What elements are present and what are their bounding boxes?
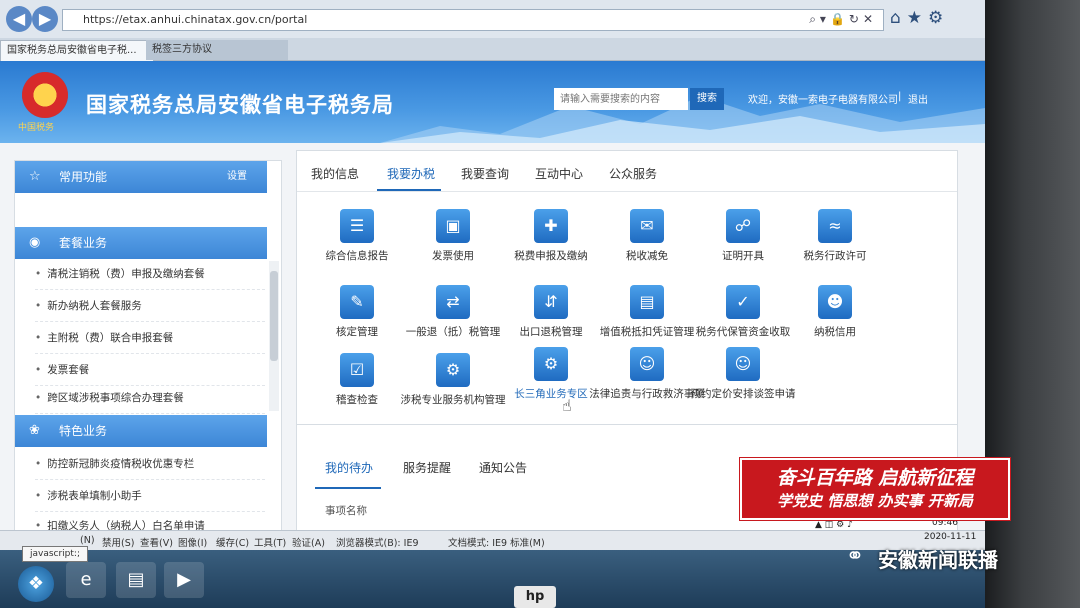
clock-date: 2020-11-11 bbox=[924, 532, 977, 542]
relief-icon: ✉ bbox=[630, 209, 664, 243]
tab-public-service[interactable]: 公众服务 bbox=[609, 165, 657, 182]
column-header-item-name: 事项名称 bbox=[325, 505, 367, 517]
scrollbar-thumb[interactable] bbox=[270, 271, 278, 361]
logout-link[interactable]: 退出 bbox=[908, 91, 928, 106]
menu-item[interactable]: (N) bbox=[80, 535, 95, 546]
report-icon: ☰ bbox=[340, 209, 374, 243]
slogan-badge: 奋斗百年路 启航新征程 学党史 悟思想 办实事 开新局 bbox=[740, 458, 1010, 520]
sidebar-item[interactable]: 主附税（费）联合申报套餐 bbox=[35, 323, 265, 354]
welcome-text: 欢迎，安徽一索电子电器有限公司 bbox=[748, 95, 898, 106]
sidebar-item[interactable]: 涉税表单填制小助手 bbox=[35, 481, 265, 512]
pricing-icon: ☺ bbox=[726, 347, 760, 381]
refund-icon: ⇄ bbox=[436, 285, 470, 319]
service-label: 预约定价安排谈签申请 bbox=[690, 388, 796, 400]
agency-icon: ⚙ bbox=[436, 353, 470, 387]
sidebar: ☆ 常用功能 设置 ◉ 套餐业务 清税注销税（费）申报及缴纳套餐 新办纳税人套餐… bbox=[14, 160, 282, 542]
sidebar-section-features[interactable]: ❀ 特色业务 bbox=[15, 415, 267, 447]
search-input[interactable] bbox=[554, 88, 688, 110]
status-tooltip: javascript:; bbox=[22, 546, 88, 562]
menu-item[interactable]: 禁用(S) bbox=[102, 535, 134, 549]
slogan-line-1: 奋斗百年路 启航新征程 bbox=[776, 467, 974, 489]
invoice-icon: ▣ bbox=[436, 209, 470, 243]
service-label: 税务行政许可 bbox=[803, 250, 867, 262]
service-item[interactable]: ☻ 纳税信用 bbox=[775, 285, 895, 339]
section-title: 套餐业务 bbox=[59, 236, 108, 250]
declare-icon: ✚ bbox=[534, 209, 568, 243]
browser-tab-agreement[interactable]: 税签三方协议 bbox=[146, 40, 288, 60]
menu-item[interactable]: 验证(A) bbox=[292, 535, 325, 549]
cube-icon: ◉ bbox=[29, 235, 41, 250]
watermark-text: 安徽新闻联播 bbox=[878, 548, 998, 572]
section-title: 特色业务 bbox=[59, 424, 108, 438]
browser-tab-etax[interactable]: 国家税务总局安徽省电子税... × bbox=[0, 40, 154, 61]
tab-query[interactable]: 我要查询 bbox=[461, 165, 509, 182]
sidebar-item[interactable]: 跨区域涉税事项综合办理套餐 bbox=[35, 383, 265, 414]
forward-icon[interactable]: ▶ bbox=[32, 6, 58, 32]
menu-item[interactable]: 查看(V) bbox=[140, 535, 173, 549]
service-item[interactable]: ≈ 税务行政许可 bbox=[775, 209, 895, 263]
sidebar-item[interactable]: 防控新冠肺炎疫情税收优惠专栏 bbox=[35, 449, 265, 480]
service-item[interactable]: ☺ 预约定价安排谈签申请 bbox=[683, 347, 803, 401]
menu-item[interactable]: 工具(T) bbox=[254, 535, 286, 549]
tab-service-reminder[interactable]: 服务提醒 bbox=[403, 459, 451, 476]
clover-icon: ❀ bbox=[29, 423, 40, 438]
sidebar-item[interactable]: 发票套餐 bbox=[35, 355, 265, 386]
active-tab-indicator bbox=[377, 189, 441, 191]
emblem-caption: 中国税务 bbox=[18, 123, 55, 133]
tab-handle-tax[interactable]: 我要办税 bbox=[387, 165, 435, 182]
sidebar-item[interactable]: 清税注销税（费）申报及缴纳套餐 bbox=[35, 259, 265, 290]
tab-my-info[interactable]: 我的信息 bbox=[311, 165, 359, 182]
region-icon: ⚙ bbox=[534, 347, 568, 381]
site-title: 国家税务总局安徽省电子税务局 bbox=[86, 93, 394, 117]
system-tray-icons[interactable]: ▲ ◫ ⚙ ♪ bbox=[815, 520, 853, 530]
inspection-icon: ☑ bbox=[340, 353, 374, 387]
approval-icon: ✎ bbox=[340, 285, 374, 319]
back-icon[interactable]: ◀ bbox=[6, 6, 32, 32]
hand-cursor-icon: ☝ bbox=[562, 396, 572, 415]
service-panel: 我的信息 我要办税 我要查询 互动中心 公众服务 ☰ 综合信息报告 ▣ 发票使用 ✚… bbox=[296, 150, 958, 438]
sidebar-section-packages[interactable]: ◉ 套餐业务 bbox=[15, 227, 267, 259]
settings-link[interactable]: 设置 bbox=[227, 161, 247, 193]
browser-tab-strip: 国家税务总局安徽省电子税... × 税签三方协议 bbox=[0, 38, 985, 61]
home-star-gear-icon[interactable]: ⌂★⚙ bbox=[890, 8, 949, 28]
header-separator: | bbox=[898, 91, 902, 102]
browser-tab-label: 国家税务总局安徽省电子税... bbox=[7, 45, 137, 56]
service-tabs: 我的信息 我要办税 我要查询 互动中心 公众服务 bbox=[297, 151, 957, 192]
menu-item[interactable]: 缓存(C) bbox=[216, 535, 249, 549]
internet-explorer-icon[interactable]: e bbox=[66, 562, 106, 598]
wechat-icon: ⚭ bbox=[845, 544, 865, 569]
address-bar: ◀ ▶ https://etax.anhui.chinatax.gov.cn/p… bbox=[0, 0, 985, 39]
export-icon: ⇵ bbox=[534, 285, 568, 319]
url-field[interactable]: https://etax.anhui.chinatax.gov.cn/porta… bbox=[62, 9, 884, 31]
deduction-icon: ▤ bbox=[630, 285, 664, 319]
sidebar-section-common[interactable]: ☆ 常用功能 设置 bbox=[15, 161, 267, 193]
tab-notice[interactable]: 通知公告 bbox=[479, 459, 527, 476]
tax-emblem-icon bbox=[22, 72, 68, 118]
browser-mode[interactable]: 浏览器模式(B): IE9 bbox=[336, 535, 419, 549]
hp-logo: hp bbox=[514, 586, 556, 608]
chart-icon: ≈ bbox=[818, 209, 852, 243]
certificate-icon: ☍ bbox=[726, 209, 760, 243]
search-button[interactable]: 搜索 bbox=[690, 88, 724, 110]
star-icon: ☆ bbox=[29, 169, 41, 184]
slogan-line-2: 学党史 悟思想 办实事 开新局 bbox=[777, 492, 973, 510]
file-explorer-icon[interactable]: ▤ bbox=[116, 562, 156, 598]
credit-icon: ☻ bbox=[818, 285, 852, 319]
service-label: 纳税信用 bbox=[814, 326, 856, 338]
menu-item[interactable]: 图像(I) bbox=[178, 535, 207, 549]
legal-icon: ☺ bbox=[630, 347, 664, 381]
sidebar-item[interactable]: 新办纳税人套餐服务 bbox=[35, 291, 265, 322]
media-player-icon[interactable]: ▶ bbox=[164, 562, 204, 598]
tab-my-todo[interactable]: 我的待办 bbox=[325, 459, 373, 476]
sidebar-scrollbar[interactable] bbox=[269, 261, 279, 411]
url-text: https://etax.anhui.chinatax.gov.cn/porta… bbox=[83, 13, 308, 26]
windows-start-icon[interactable]: ❖ bbox=[18, 566, 54, 602]
browser-tab-label: 税签三方协议 bbox=[152, 44, 212, 55]
url-actions-icon[interactable]: ⌕▾🔒↻✕ bbox=[809, 12, 877, 27]
active-tab-indicator bbox=[315, 487, 381, 489]
tab-interaction[interactable]: 互动中心 bbox=[535, 165, 583, 182]
document-mode[interactable]: 文档模式: IE9 标准(M) bbox=[448, 535, 545, 549]
section-title: 常用功能 bbox=[59, 170, 108, 184]
custody-icon: ✓ bbox=[726, 285, 760, 319]
